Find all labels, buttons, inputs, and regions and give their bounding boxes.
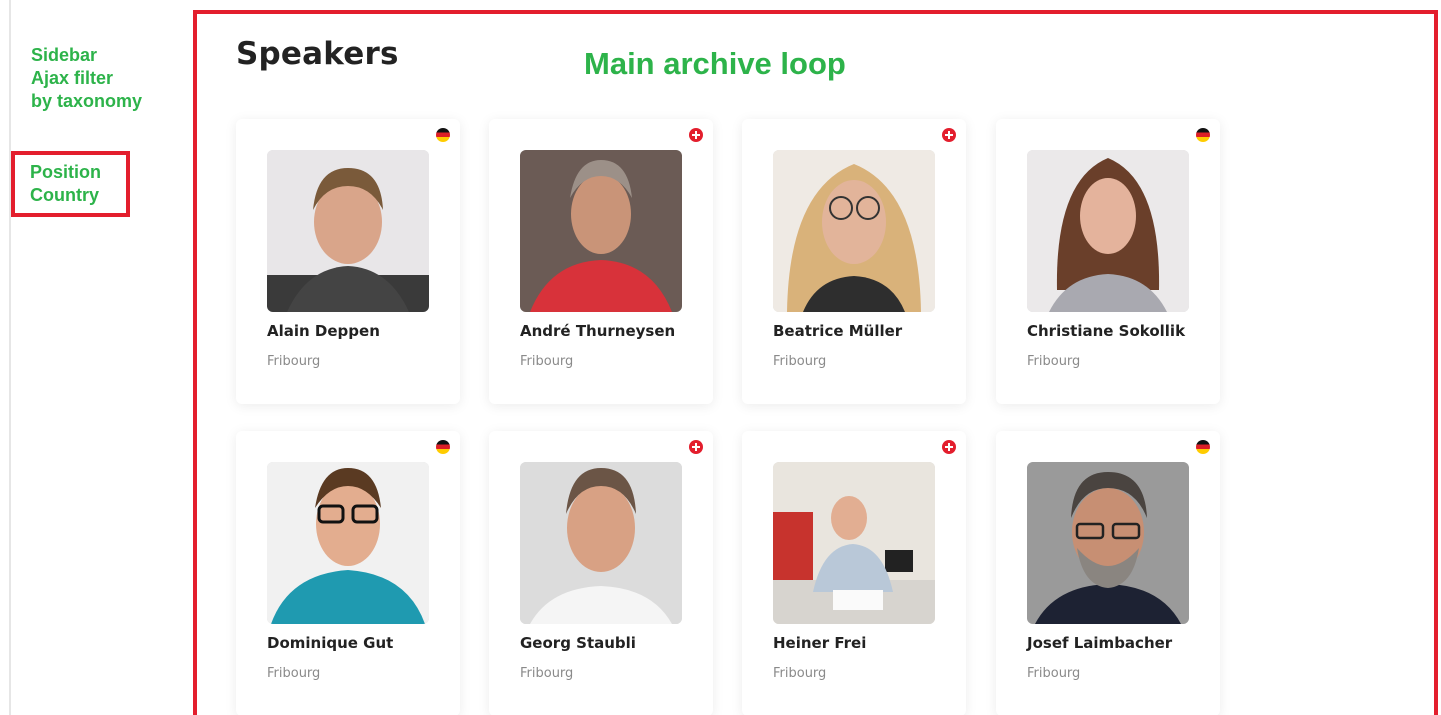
de-flag-icon: [436, 440, 450, 454]
speaker-card[interactable]: André Thurneysen Fribourg: [489, 119, 713, 404]
speaker-photo[interactable]: [773, 150, 935, 312]
speaker-name[interactable]: Heiner Frei: [773, 634, 866, 652]
sidebar-annotation-line: Ajax filter: [31, 68, 114, 88]
de-flag-icon: [1196, 440, 1210, 454]
speaker-card[interactable]: Georg Staubli Fribourg: [489, 431, 713, 715]
speaker-card[interactable]: Heiner Frei Fribourg: [742, 431, 966, 715]
main-annotation: Main archive loop: [584, 46, 846, 81]
speaker-name[interactable]: Dominique Gut: [267, 634, 393, 652]
sidebar-annotation: Sidebar Ajax filter by taxonomy: [31, 44, 142, 113]
speaker-city: Fribourg: [267, 354, 321, 369]
de-flag-icon: [436, 128, 450, 142]
speaker-photo[interactable]: [267, 150, 429, 312]
speaker-name[interactable]: Beatrice Müller: [773, 322, 902, 340]
speaker-card[interactable]: Christiane Sokollik Fribourg: [996, 119, 1220, 404]
de-flag-icon: [1196, 128, 1210, 142]
speaker-name[interactable]: Christiane Sokollik: [1027, 322, 1185, 340]
speaker-city: Fribourg: [520, 666, 574, 681]
speaker-card[interactable]: Josef Laimbacher Fribourg: [996, 431, 1220, 715]
speaker-city: Fribourg: [1027, 666, 1081, 681]
speaker-photo[interactable]: [520, 150, 682, 312]
speaker-card[interactable]: Beatrice Müller Fribourg: [742, 119, 966, 404]
ch-flag-icon: [689, 128, 703, 142]
speaker-city: Fribourg: [773, 666, 827, 681]
sidebar-annotation-line: Sidebar: [31, 45, 98, 65]
speaker-name[interactable]: Georg Staubli: [520, 634, 636, 652]
speaker-city: Fribourg: [773, 354, 827, 369]
speaker-city: Fribourg: [267, 666, 321, 681]
speaker-card[interactable]: Dominique Gut Fribourg: [236, 431, 460, 715]
speaker-name[interactable]: Alain Deppen: [267, 322, 380, 340]
page-title: Speakers: [236, 36, 399, 72]
speaker-city: Fribourg: [520, 354, 574, 369]
sidebar-annotation-line: by taxonomy: [31, 91, 143, 111]
taxonomy-filter-box[interactable]: Position Country: [11, 151, 130, 217]
speaker-name[interactable]: André Thurneysen: [520, 322, 675, 340]
speaker-photo[interactable]: [1027, 462, 1189, 624]
ch-flag-icon: [942, 440, 956, 454]
sidebar-divider: [9, 0, 11, 715]
speaker-photo[interactable]: [520, 462, 682, 624]
speaker-card[interactable]: Alain Deppen Fribourg: [236, 119, 460, 404]
filter-country[interactable]: Country: [30, 184, 126, 207]
filter-position[interactable]: Position: [30, 161, 126, 184]
speaker-photo[interactable]: [267, 462, 429, 624]
speaker-photo[interactable]: [1027, 150, 1189, 312]
ch-flag-icon: [689, 440, 703, 454]
speaker-name[interactable]: Josef Laimbacher: [1027, 634, 1172, 652]
speaker-city: Fribourg: [1027, 354, 1081, 369]
ch-flag-icon: [942, 128, 956, 142]
speaker-photo[interactable]: [773, 462, 935, 624]
